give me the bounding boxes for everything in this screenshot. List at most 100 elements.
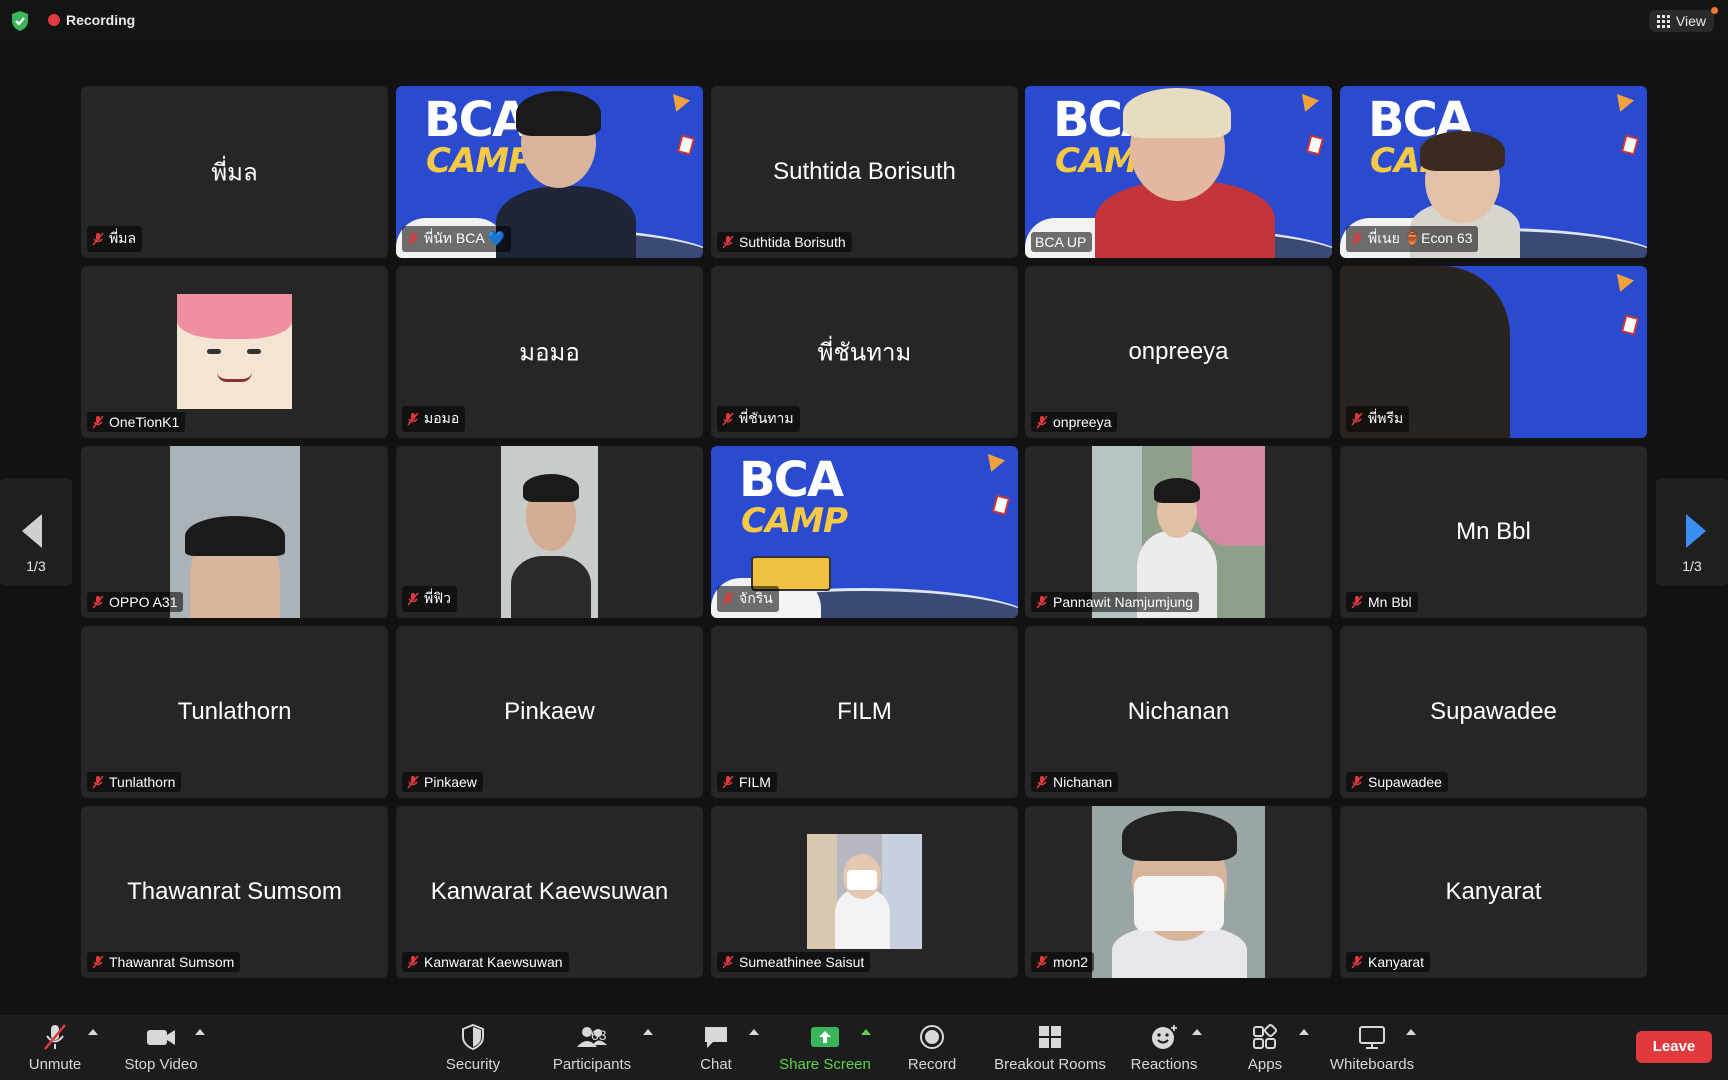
reactions-options-caret-icon[interactable] xyxy=(1192,1029,1202,1035)
apps-options-caret-icon[interactable] xyxy=(1299,1029,1309,1035)
participant-tile[interactable]: พี่พรีม xyxy=(1340,266,1647,438)
participant-tile[interactable]: FILM FILM xyxy=(711,626,1018,798)
participant-tile[interactable]: BCA CAMP จักริน xyxy=(711,446,1018,618)
participant-tile[interactable]: พี่ฟิว xyxy=(396,446,703,618)
reactions-label: Reactions xyxy=(1130,1056,1198,1073)
participant-tile[interactable]: มอมอ มอมอ xyxy=(396,266,703,438)
participant-name: Thawanrat Sumsom xyxy=(109,954,235,970)
participant-tile[interactable]: mon2 xyxy=(1025,806,1332,978)
participant-name-label: จักริน xyxy=(717,586,779,612)
participant-display-name: FILM xyxy=(837,698,892,725)
participant-tile[interactable]: Pinkaew Pinkaew xyxy=(396,626,703,798)
mic-muted-icon xyxy=(1036,955,1048,969)
security-button[interactable]: Security xyxy=(438,1023,508,1073)
participant-tile[interactable]: OneTionK1 xyxy=(81,266,388,438)
next-page-button[interactable]: 1/3 xyxy=(1656,478,1728,586)
chat-options-caret-icon[interactable] xyxy=(749,1029,759,1035)
chat-button[interactable]: Chat xyxy=(690,1023,742,1073)
participant-name: mon2 xyxy=(1053,954,1089,970)
participants-options-caret-icon[interactable] xyxy=(643,1029,653,1035)
participant-tile[interactable]: Sumeathinee Saisut xyxy=(711,806,1018,978)
participant-tile[interactable]: พี่ชันทาม พี่ชันทาม xyxy=(711,266,1018,438)
mic-muted-icon xyxy=(1351,412,1363,426)
participant-name: พี่ฟิว xyxy=(424,590,452,606)
mic-muted-icon xyxy=(92,775,104,789)
participant-name: พี่เนย 🏺Econ 63 xyxy=(1368,230,1473,246)
participant-name: มอมอ xyxy=(424,410,460,426)
security-label: Security xyxy=(445,1056,501,1073)
participant-display-name: Mn Bbl xyxy=(1456,518,1531,545)
mic-muted-icon xyxy=(1351,955,1363,969)
mic-muted-icon xyxy=(722,412,734,426)
participant-display-name: Thawanrat Sumsom xyxy=(127,878,342,905)
share-screen-button[interactable]: Share Screen xyxy=(775,1023,875,1073)
participant-tile[interactable]: Nichanan Nichanan xyxy=(1025,626,1332,798)
participant-display-name: Kanwarat Kaewsuwan xyxy=(430,878,669,905)
active-speaker-tile[interactable]: BCA CAM BCA UP xyxy=(1025,86,1332,258)
mic-muted-icon xyxy=(1036,775,1048,789)
chevron-left-icon xyxy=(22,514,42,548)
participant-display-name: Nichanan xyxy=(1127,698,1230,725)
participant-tile[interactable]: Mn Bbl Mn Bbl xyxy=(1340,446,1647,618)
participant-tile[interactable]: Tunlathorn Tunlathorn xyxy=(81,626,388,798)
participant-tile[interactable]: Thawanrat Sumsom Thawanrat Sumsom xyxy=(81,806,388,978)
participant-tile[interactable]: พี่มล พี่มล xyxy=(81,86,388,258)
recording-indicator[interactable]: Recording xyxy=(48,12,135,28)
mic-muted-icon xyxy=(407,412,419,426)
record-icon xyxy=(920,1025,944,1049)
participant-name: พี่มล xyxy=(109,230,137,246)
participant-tile[interactable]: onpreeya onpreeya xyxy=(1025,266,1332,438)
participant-tile[interactable]: Suthtida Borisuth Suthtida Borisuth xyxy=(711,86,1018,258)
participant-name: พี่พรีม xyxy=(1368,410,1404,426)
breakout-rooms-button[interactable]: Breakout Rooms xyxy=(990,1023,1110,1073)
participant-tile[interactable]: Pannawit Namjumjung xyxy=(1025,446,1332,618)
record-button[interactable]: Record xyxy=(900,1023,964,1073)
participant-tile[interactable]: BCA CAMP พี่นัท BCA 💙 xyxy=(396,86,703,258)
encryption-shield-icon[interactable] xyxy=(10,10,30,32)
participant-name-label: พี่มล xyxy=(87,226,143,252)
mic-muted-icon xyxy=(92,415,104,429)
participant-name: Sumeathinee Saisut xyxy=(739,954,865,970)
participant-tile[interactable]: OPPO A31 xyxy=(81,446,388,618)
page-indicator: 1/3 xyxy=(1682,558,1702,574)
participant-name: Nichanan xyxy=(1053,774,1113,790)
participant-name-label: OneTionK1 xyxy=(87,412,186,432)
unmute-button[interactable]: Unmute xyxy=(20,1023,90,1073)
unmute-label: Unmute xyxy=(28,1056,82,1073)
participant-name-label: BCA UP xyxy=(1031,232,1093,252)
participant-name: พี่นัท BCA 💙 xyxy=(424,230,506,246)
participant-tile[interactable]: Kanyarat Kanyarat xyxy=(1340,806,1647,978)
participant-name-label: mon2 xyxy=(1031,952,1095,972)
page-indicator: 1/3 xyxy=(26,558,46,574)
participant-tile[interactable]: BCA CAM พี่เนย 🏺Econ 63 xyxy=(1340,86,1647,258)
video-options-caret-icon[interactable] xyxy=(195,1029,205,1035)
whiteboard-icon xyxy=(1359,1026,1385,1049)
participant-video xyxy=(1092,806,1265,978)
mic-muted-icon xyxy=(722,955,734,969)
leave-button[interactable]: Leave xyxy=(1636,1031,1712,1063)
apps-button[interactable]: Apps xyxy=(1240,1023,1290,1073)
audio-options-caret-icon[interactable] xyxy=(88,1029,98,1035)
mic-muted-icon xyxy=(722,592,734,606)
participant-tile[interactable]: Kanwarat Kaewsuwan Kanwarat Kaewsuwan xyxy=(396,806,703,978)
whiteboards-options-caret-icon[interactable] xyxy=(1406,1029,1416,1035)
stop-video-button[interactable]: Stop Video xyxy=(120,1023,202,1073)
mic-muted-icon xyxy=(1036,595,1048,609)
participant-name: OneTionK1 xyxy=(109,414,180,430)
participant-tile[interactable]: Supawadee Supawadee xyxy=(1340,626,1647,798)
participant-name-label: FILM xyxy=(717,772,777,792)
participant-name: BCA UP xyxy=(1035,234,1087,250)
apps-icon xyxy=(1253,1023,1278,1049)
record-label: Record xyxy=(907,1056,957,1073)
participant-display-name: มอมอ xyxy=(519,339,580,367)
mic-muted-icon xyxy=(722,235,734,249)
mic-muted-icon xyxy=(1036,415,1048,429)
participants-button[interactable]: 63 Participants xyxy=(548,1023,636,1073)
participant-name-label: พี่เนย 🏺Econ 63 xyxy=(1346,226,1479,252)
previous-page-button[interactable]: 1/3 xyxy=(0,478,72,586)
reactions-button[interactable]: Reactions xyxy=(1128,1023,1200,1073)
share-options-caret-icon[interactable] xyxy=(861,1029,871,1035)
view-button[interactable]: View xyxy=(1648,7,1718,32)
participant-video xyxy=(496,186,636,258)
grid-view-icon xyxy=(1656,14,1670,28)
